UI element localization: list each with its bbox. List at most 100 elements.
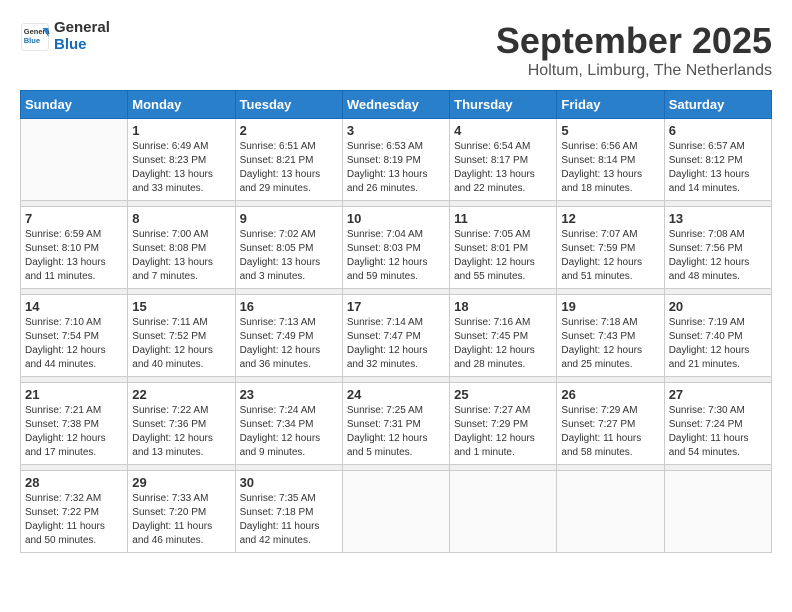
day-number: 30 <box>240 475 338 490</box>
day-number: 12 <box>561 211 659 226</box>
day-number: 6 <box>669 123 767 138</box>
day-info: Sunrise: 7:14 AMSunset: 7:47 PMDaylight:… <box>347 316 445 372</box>
day-number: 5 <box>561 123 659 138</box>
day-info: Sunrise: 7:13 AMSunset: 7:49 PMDaylight:… <box>240 316 338 372</box>
day-info: Sunrise: 7:24 AMSunset: 7:34 PMDaylight:… <box>240 404 338 460</box>
calendar-cell: 22 Sunrise: 7:22 AMSunset: 7:36 PMDayligh… <box>128 383 235 465</box>
month-title: September 2025 <box>496 20 772 62</box>
calendar-cell: 12 Sunrise: 7:07 AMSunset: 7:59 PMDayligh… <box>557 207 664 289</box>
day-number: 4 <box>454 123 552 138</box>
calendar-cell: 2Sunrise: 6:51 AMSunset: 8:21 PMDaylight… <box>235 119 342 201</box>
calendar-cell: 10 Sunrise: 7:04 AMSunset: 8:03 PMDayligh… <box>342 207 449 289</box>
calendar-cell: 9Sunrise: 7:02 AMSunset: 8:05 PMDaylight… <box>235 207 342 289</box>
calendar-cell <box>664 471 771 553</box>
day-number: 19 <box>561 299 659 314</box>
day-info: Sunrise: 7:18 AMSunset: 7:43 PMDaylight:… <box>561 316 659 372</box>
day-info: Sunrise: 7:21 AMSunset: 7:38 PMDaylight:… <box>25 404 123 460</box>
calendar-cell: 6 Sunrise: 6:57 AMSunset: 8:12 PMDaylight… <box>664 119 771 201</box>
day-number: 21 <box>25 387 123 402</box>
day-info: Sunrise: 7:35 AMSunset: 7:18 PMDaylight:… <box>240 492 338 548</box>
day-number: 25 <box>454 387 552 402</box>
day-info: Sunrise: 6:57 AMSunset: 8:12 PMDaylight:… <box>669 140 767 196</box>
day-number: 29 <box>132 475 230 490</box>
day-number: 7 <box>25 211 123 226</box>
calendar-cell: 29 Sunrise: 7:33 AMSunset: 7:20 PMDayligh… <box>128 471 235 553</box>
weekday-header: Wednesday <box>342 91 449 119</box>
day-info: Sunrise: 6:49 AMSunset: 8:23 PMDaylight:… <box>132 140 230 196</box>
day-info: Sunrise: 7:29 AMSunset: 7:27 PMDaylight:… <box>561 404 659 460</box>
calendar-cell: 19 Sunrise: 7:18 AMSunset: 7:43 PMDayligh… <box>557 295 664 377</box>
logo: General Blue General Blue <box>20 20 110 53</box>
calendar-cell: 17 Sunrise: 7:14 AMSunset: 7:47 PMDayligh… <box>342 295 449 377</box>
calendar-cell: 16 Sunrise: 7:13 AMSunset: 7:49 PMDayligh… <box>235 295 342 377</box>
calendar: SundayMondayTuesdayWednesdayThursdayFrid… <box>20 90 772 553</box>
calendar-cell: 23 Sunrise: 7:24 AMSunset: 7:34 PMDayligh… <box>235 383 342 465</box>
weekday-header: Monday <box>128 91 235 119</box>
day-number: 17 <box>347 299 445 314</box>
day-info: Sunrise: 7:27 AMSunset: 7:29 PMDaylight:… <box>454 404 552 460</box>
calendar-cell: 7 Sunrise: 6:59 AMSunset: 8:10 PMDaylight… <box>21 207 128 289</box>
calendar-cell: 26 Sunrise: 7:29 AMSunset: 7:27 PMDayligh… <box>557 383 664 465</box>
day-number: 16 <box>240 299 338 314</box>
svg-text:Blue: Blue <box>24 36 40 45</box>
day-info: Sunrise: 6:59 AMSunset: 8:10 PMDaylight:… <box>25 228 123 284</box>
day-number: 23 <box>240 387 338 402</box>
day-info: Sunrise: 7:02 AMSunset: 8:05 PMDaylight:… <box>240 228 338 284</box>
day-info: Sunrise: 7:07 AMSunset: 7:59 PMDaylight:… <box>561 228 659 284</box>
day-info: Sunrise: 6:53 AMSunset: 8:19 PMDaylight:… <box>347 140 445 196</box>
calendar-cell: 13Sunrise: 7:08 AMSunset: 7:56 PMDayligh… <box>664 207 771 289</box>
day-info: Sunrise: 7:00 AMSunset: 8:08 PMDaylight:… <box>132 228 230 284</box>
day-number: 15 <box>132 299 230 314</box>
day-number: 11 <box>454 211 552 226</box>
calendar-cell <box>557 471 664 553</box>
day-info: Sunrise: 6:54 AMSunset: 8:17 PMDaylight:… <box>454 140 552 196</box>
day-info: Sunrise: 7:25 AMSunset: 7:31 PMDaylight:… <box>347 404 445 460</box>
title-section: September 2025 Holtum, Limburg, The Neth… <box>496 20 772 80</box>
calendar-cell: 24 Sunrise: 7:25 AMSunset: 7:31 PMDayligh… <box>342 383 449 465</box>
weekday-header: Tuesday <box>235 91 342 119</box>
calendar-cell: 15 Sunrise: 7:11 AMSunset: 7:52 PMDayligh… <box>128 295 235 377</box>
day-info: Sunrise: 7:30 AMSunset: 7:24 PMDaylight:… <box>669 404 767 460</box>
day-number: 18 <box>454 299 552 314</box>
day-info: Sunrise: 7:04 AMSunset: 8:03 PMDaylight:… <box>347 228 445 284</box>
weekday-header: Saturday <box>664 91 771 119</box>
calendar-cell: 5 Sunrise: 6:56 AMSunset: 8:14 PMDaylight… <box>557 119 664 201</box>
day-info: Sunrise: 6:56 AMSunset: 8:14 PMDaylight:… <box>561 140 659 196</box>
day-info: Sunrise: 7:32 AMSunset: 7:22 PMDaylight:… <box>25 492 123 548</box>
calendar-cell: 8 Sunrise: 7:00 AMSunset: 8:08 PMDaylight… <box>128 207 235 289</box>
day-number: 26 <box>561 387 659 402</box>
day-info: Sunrise: 6:51 AMSunset: 8:21 PMDaylight:… <box>240 140 338 196</box>
day-number: 27 <box>669 387 767 402</box>
day-info: Sunrise: 7:22 AMSunset: 7:36 PMDaylight:… <box>132 404 230 460</box>
calendar-cell: 18Sunrise: 7:16 AMSunset: 7:45 PMDayligh… <box>450 295 557 377</box>
calendar-cell <box>342 471 449 553</box>
day-number: 3 <box>347 123 445 138</box>
calendar-cell <box>450 471 557 553</box>
calendar-cell: 14 Sunrise: 7:10 AMSunset: 7:54 PMDayligh… <box>21 295 128 377</box>
day-info: Sunrise: 7:33 AMSunset: 7:20 PMDaylight:… <box>132 492 230 548</box>
calendar-cell: 21 Sunrise: 7:21 AMSunset: 7:38 PMDayligh… <box>21 383 128 465</box>
calendar-cell: 27 Sunrise: 7:30 AMSunset: 7:24 PMDayligh… <box>664 383 771 465</box>
calendar-cell: 20Sunrise: 7:19 AMSunset: 7:40 PMDayligh… <box>664 295 771 377</box>
calendar-cell: 25 Sunrise: 7:27 AMSunset: 7:29 PMDayligh… <box>450 383 557 465</box>
day-number: 28 <box>25 475 123 490</box>
logo-general: General <box>54 20 110 37</box>
day-number: 14 <box>25 299 123 314</box>
day-number: 8 <box>132 211 230 226</box>
day-info: Sunrise: 7:10 AMSunset: 7:54 PMDaylight:… <box>25 316 123 372</box>
weekday-header: Sunday <box>21 91 128 119</box>
day-info: Sunrise: 7:05 AMSunset: 8:01 PMDaylight:… <box>454 228 552 284</box>
calendar-cell: 4 Sunrise: 6:54 AMSunset: 8:17 PMDaylight… <box>450 119 557 201</box>
calendar-cell <box>21 119 128 201</box>
day-number: 22 <box>132 387 230 402</box>
day-info: Sunrise: 7:11 AMSunset: 7:52 PMDaylight:… <box>132 316 230 372</box>
logo-icon: General Blue <box>20 22 50 52</box>
day-number: 10 <box>347 211 445 226</box>
calendar-cell: 11 Sunrise: 7:05 AMSunset: 8:01 PMDayligh… <box>450 207 557 289</box>
day-info: Sunrise: 7:19 AMSunset: 7:40 PMDaylight:… <box>669 316 767 372</box>
day-number: 1 <box>132 123 230 138</box>
day-number: 13 <box>669 211 767 226</box>
day-number: 24 <box>347 387 445 402</box>
calendar-cell: 30 Sunrise: 7:35 AMSunset: 7:18 PMDayligh… <box>235 471 342 553</box>
calendar-cell: 3 Sunrise: 6:53 AMSunset: 8:19 PMDaylight… <box>342 119 449 201</box>
